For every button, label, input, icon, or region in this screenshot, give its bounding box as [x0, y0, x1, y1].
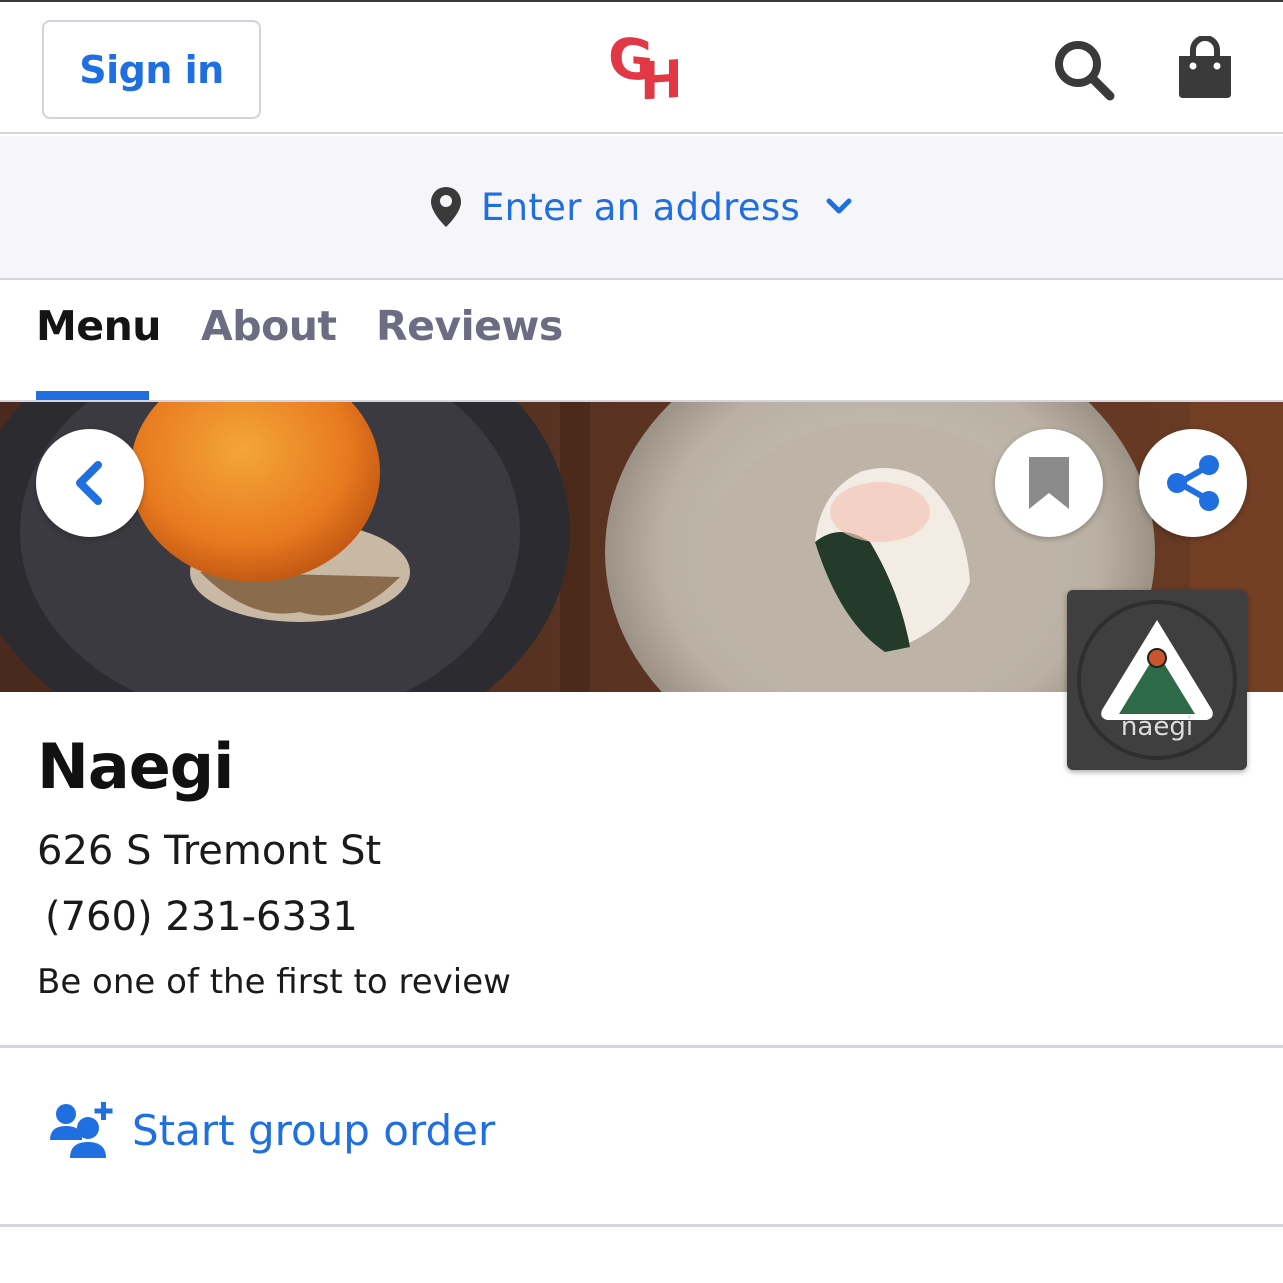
- back-button[interactable]: [36, 429, 144, 537]
- top-bar: Sign in G H: [0, 0, 1283, 134]
- tab-about[interactable]: About: [201, 302, 337, 350]
- address-label[interactable]: Enter an address: [481, 186, 800, 229]
- grubhub-logo[interactable]: G H: [606, 22, 678, 110]
- svg-text:H: H: [640, 50, 678, 110]
- bookmark-button[interactable]: [995, 429, 1103, 537]
- chevron-down-icon[interactable]: [824, 192, 854, 222]
- restaurant-logo: naegi: [1067, 590, 1247, 770]
- add-group-icon: [50, 1102, 113, 1158]
- tab-bar: Menu About Reviews: [0, 282, 1283, 402]
- share-icon: [1167, 455, 1219, 511]
- review-prompt[interactable]: Be one of the first to review: [37, 962, 511, 1002]
- restaurant-name: Naegi: [37, 730, 234, 803]
- restaurant-address[interactable]: 626 S Tremont St: [37, 828, 381, 874]
- naegi-logo-mark: naegi: [1077, 600, 1237, 760]
- sign-in-label: Sign in: [79, 47, 224, 92]
- divider: [0, 1224, 1283, 1227]
- tab-menu[interactable]: Menu: [36, 302, 161, 350]
- share-button[interactable]: [1139, 429, 1247, 537]
- shopping-bag-icon[interactable]: [1173, 36, 1237, 100]
- chevron-left-icon: [76, 461, 102, 505]
- start-group-order-label: Start group order: [132, 1105, 496, 1155]
- bookmark-icon: [1029, 457, 1069, 509]
- start-group-order-button[interactable]: Start group order: [48, 1100, 495, 1160]
- address-bar[interactable]: Enter an address: [0, 136, 1283, 280]
- tab-reviews[interactable]: Reviews: [376, 302, 563, 350]
- restaurant-phone[interactable]: (760) 231-6331: [45, 894, 358, 940]
- location-pin-icon: [430, 187, 461, 227]
- svg-text:naegi: naegi: [1121, 712, 1193, 742]
- active-tab-indicator: [36, 391, 149, 400]
- search-icon[interactable]: [1050, 36, 1116, 102]
- sign-in-button[interactable]: Sign in: [42, 20, 261, 119]
- divider: [0, 1045, 1283, 1048]
